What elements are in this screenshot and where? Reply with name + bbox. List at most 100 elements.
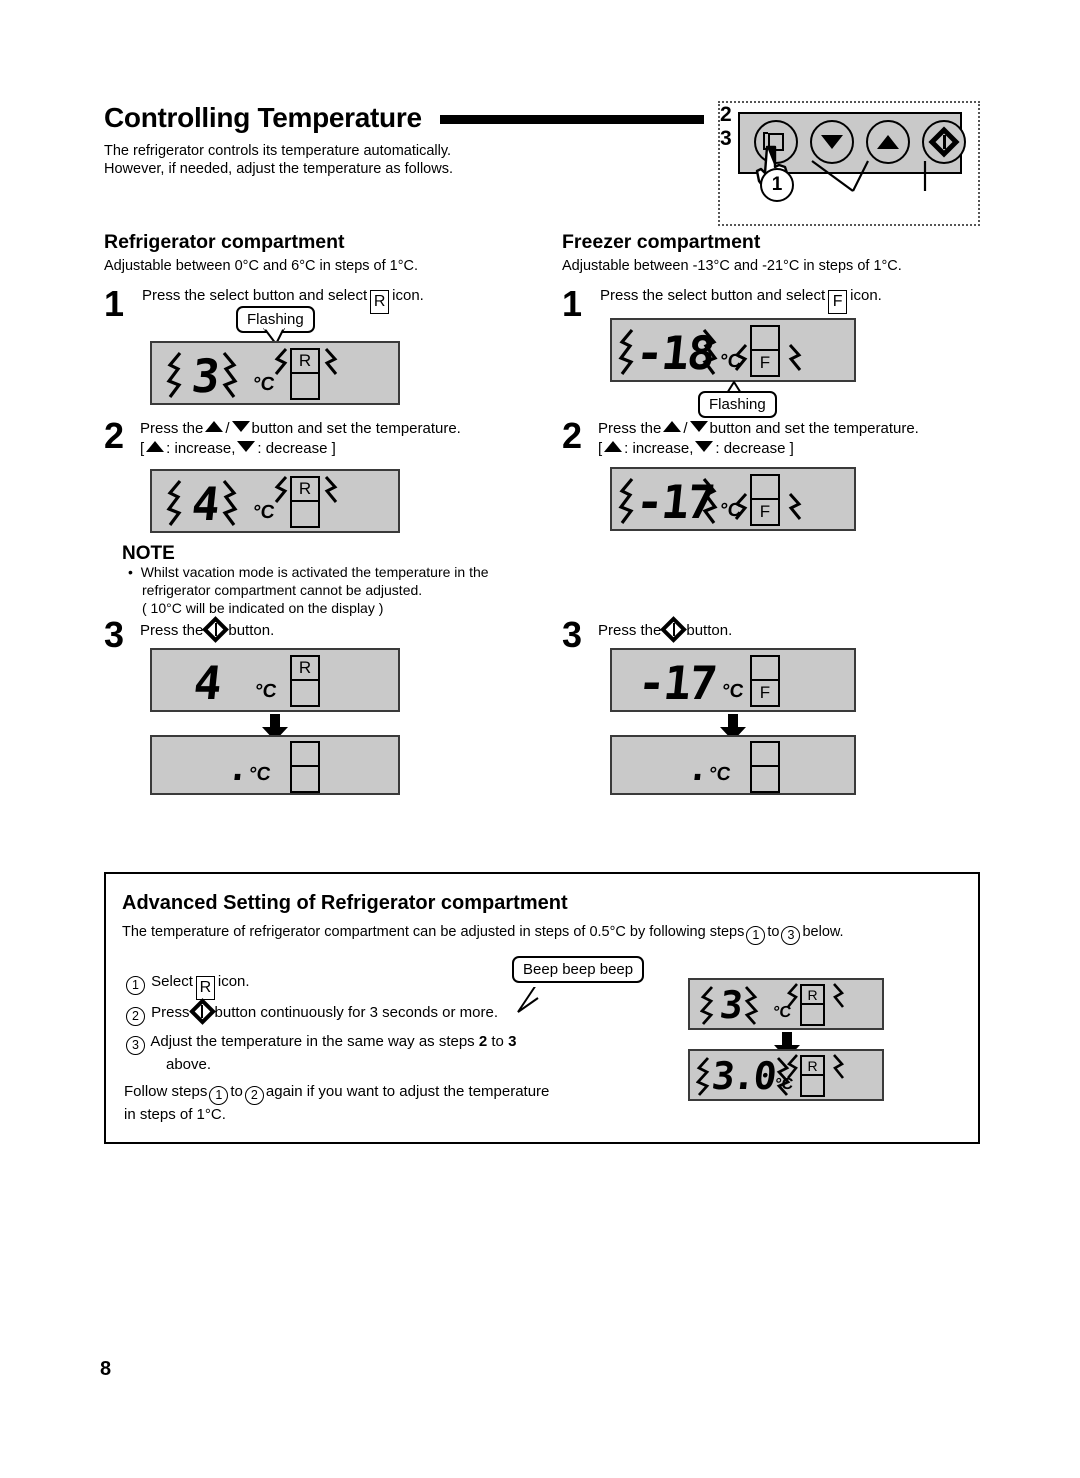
advanced-follow-text: Follow steps 1 to 2 again if you want to adj… bbox=[124, 1082, 684, 1125]
down-arrow-icon bbox=[695, 441, 714, 452]
indicator-f-label bbox=[292, 767, 318, 791]
advanced-item-2: 2 Press button continuously for 3 seconds… bbox=[124, 998, 499, 1026]
rf-indicator-box: F bbox=[750, 474, 780, 526]
freezer-step3-number: 3 bbox=[562, 614, 583, 655]
indicator-r-label: R bbox=[802, 1057, 823, 1076]
lcd-unit: °C bbox=[251, 502, 276, 523]
fs2f: : decrease ] bbox=[715, 440, 794, 457]
indicator-r-label bbox=[752, 327, 778, 351]
freezer-step3-display-before: -17 °C F bbox=[610, 648, 856, 712]
up-arrow-icon bbox=[205, 421, 224, 432]
rf-indicator-box bbox=[750, 741, 780, 793]
fs2d: [ bbox=[598, 440, 603, 457]
rf-indicator-box: R bbox=[290, 655, 320, 707]
adv3-bold1: 2 bbox=[478, 1033, 488, 1050]
step2-line-2: [ : increase, : decrease ] bbox=[140, 439, 540, 459]
indicator-f-label bbox=[802, 1076, 823, 1095]
lcd-value: 3 bbox=[717, 983, 744, 1027]
refrigerator-step1-number: 1 bbox=[104, 283, 125, 324]
step2-line-2: [: increase,: decrease ] bbox=[598, 439, 998, 459]
refrigerator-step3-display-after: . °C bbox=[150, 735, 400, 795]
lcd-value: 3.0 bbox=[709, 1054, 777, 1098]
rf-indicator-box: F bbox=[750, 325, 780, 377]
indicator-f-label: F bbox=[759, 502, 771, 521]
lcd-value: -17 bbox=[633, 475, 716, 529]
circled-2: 2 bbox=[126, 1006, 145, 1026]
s2e: : increase, bbox=[166, 440, 236, 457]
f-icon-box: F bbox=[828, 290, 848, 314]
adv1-b: icon. bbox=[217, 973, 250, 990]
indicator-r-label: R bbox=[292, 657, 318, 681]
circled-3: 3 bbox=[781, 925, 801, 945]
indicator-f-label bbox=[802, 1005, 823, 1024]
note-line-3: ( 10°C will be indicated on the display … bbox=[142, 600, 384, 616]
freezer-step2-number: 2 bbox=[562, 415, 583, 456]
freezer-heading: Freezer compartment bbox=[562, 231, 761, 253]
refrigerator-step2-number: 2 bbox=[104, 415, 125, 456]
advanced-subtitle: The temperature of refrigerator compartm… bbox=[122, 924, 844, 945]
lcd-unit: °C bbox=[707, 764, 732, 785]
adv1-a: Select bbox=[151, 973, 193, 990]
indicator-f-label bbox=[292, 374, 318, 398]
intro-text: The refrigerator controls its temperatur… bbox=[104, 142, 624, 178]
fl-b: again if you want to adjust the temperat… bbox=[265, 1083, 550, 1100]
freezer-step2-text: Press the / button and set the temperature… bbox=[598, 419, 998, 459]
down-arrow-icon bbox=[231, 421, 250, 432]
adv3-mid: to bbox=[491, 1033, 504, 1050]
circled-1: 1 bbox=[126, 975, 145, 995]
circled-1: 1 bbox=[209, 1085, 229, 1105]
adv3-a: Adjust the temperature in the same way a… bbox=[150, 1033, 475, 1050]
set-diamond-icon bbox=[202, 616, 230, 643]
rf-indicator-box bbox=[290, 741, 320, 793]
up-arrow-icon bbox=[146, 441, 165, 452]
note-line-1: • Whilst vacation mode is activated the … bbox=[128, 564, 489, 580]
freezer-flashing-callout: Flashing bbox=[698, 391, 777, 418]
indicator-f-label bbox=[292, 681, 318, 705]
adv-sub-to: to bbox=[767, 924, 780, 940]
advanced-item-3: 3 Adjust the temperature in the same way… bbox=[124, 1032, 664, 1075]
adv2-b: button continuously for 3 seconds or mor… bbox=[214, 1004, 499, 1021]
indicator-f-label: F bbox=[759, 353, 771, 372]
set-diamond-icon bbox=[660, 616, 688, 643]
indicator-f-label: F bbox=[759, 683, 771, 702]
rf-indicator-box: R bbox=[290, 348, 320, 400]
advanced-display-before: 3 °C R bbox=[688, 978, 884, 1030]
freezer-step3-display-after: . °C bbox=[610, 735, 856, 795]
refrigerator-step2-text: Press the / button and set the temperature… bbox=[140, 419, 540, 459]
lcd-value: -17 bbox=[635, 656, 718, 710]
s3a: Press the bbox=[140, 622, 204, 639]
s2a: Press the bbox=[140, 420, 204, 437]
lcd-value: . bbox=[685, 749, 709, 789]
intro-line-2: However, if needed, adjust the temperatu… bbox=[104, 161, 453, 177]
s2d: [ bbox=[140, 440, 145, 457]
freezer-step3-text: Press the button. bbox=[598, 616, 898, 643]
r-icon-box: R bbox=[195, 976, 215, 1000]
circled-1: 1 bbox=[746, 925, 766, 945]
freezer-step1-text: Press the select button and select Ficon. bbox=[600, 286, 960, 314]
follow-line-1: Follow steps 1 to 2 again if you want to adj… bbox=[124, 1082, 684, 1105]
control-panel-diagram: 1 2 3 bbox=[718, 101, 980, 226]
r-icon-box: R bbox=[370, 290, 390, 314]
refrigerator-heading: Refrigerator compartment bbox=[104, 231, 345, 253]
s2c: button and set the temperature. bbox=[251, 420, 461, 437]
lcd-unit: °C bbox=[251, 374, 276, 395]
indicator-r-label: R bbox=[292, 478, 318, 502]
note-body: • Whilst vacation mode is activated the … bbox=[128, 563, 528, 617]
title-rule bbox=[439, 115, 704, 124]
lcd-value: . bbox=[225, 749, 249, 789]
refrigerator-step3-number: 3 bbox=[104, 614, 125, 655]
s2f: : decrease ] bbox=[257, 440, 336, 457]
lcd-unit: °C bbox=[720, 681, 745, 702]
page-number: 8 bbox=[100, 1358, 112, 1380]
fs2a: Press the bbox=[598, 420, 662, 437]
freezer-step2-display: -17 °C F bbox=[610, 467, 856, 531]
beep-callout: Beep beep beep bbox=[512, 956, 645, 983]
advanced-display-after: 3.0 °C R bbox=[688, 1049, 884, 1101]
page-title-row: Controlling Temperature bbox=[104, 98, 704, 138]
freezer-range: Adjustable between -13°C and -21°C in st… bbox=[562, 258, 902, 274]
freezer-step1-number: 1 bbox=[562, 283, 583, 324]
lcd-value: 4 bbox=[191, 656, 223, 710]
fl-a: Follow steps bbox=[124, 1083, 208, 1100]
set-diamond-icon bbox=[188, 998, 216, 1025]
indicator-r-label bbox=[752, 743, 778, 767]
